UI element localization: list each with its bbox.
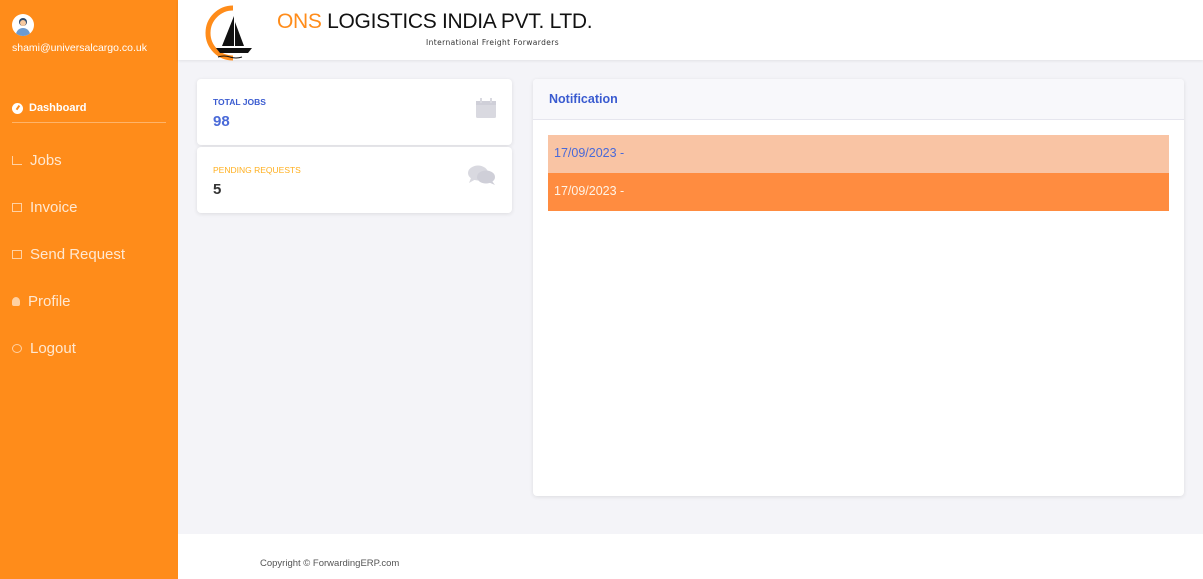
sidebar-item-invoice[interactable]: Invoice — [0, 184, 178, 231]
pending-requests-value: 5 — [213, 181, 222, 198]
sidebar-item-send-request[interactable]: Send Request — [0, 231, 178, 278]
footer: Copyright © ForwardingERP.com — [178, 534, 1203, 579]
notification-panel: Notification 17/09/2023 - 17/09/2023 - — [533, 79, 1184, 496]
sidebar-item-label: Dashboard — [29, 102, 87, 114]
avatar[interactable] — [12, 14, 34, 36]
notification-row[interactable]: 17/09/2023 - — [548, 135, 1169, 173]
total-jobs-card[interactable]: TOTAL JOBS 98 — [197, 79, 512, 145]
notification-list: 17/09/2023 - 17/09/2023 - — [533, 120, 1184, 211]
brand-tagline: International Freight Forwarders — [426, 38, 560, 47]
user-block: shami@universalcargo.co.uk — [0, 0, 178, 80]
sidebar-item-logout[interactable]: Logout — [0, 325, 178, 372]
person-icon — [12, 297, 20, 306]
total-jobs-value: 98 — [213, 113, 230, 130]
sidebar: shami@universalcargo.co.uk Dashboard Job… — [0, 0, 178, 579]
pending-requests-card[interactable]: PENDING REQUESTS 5 — [197, 147, 512, 213]
pending-requests-label: PENDING REQUESTS — [213, 165, 301, 175]
ship-logo-icon — [205, 5, 252, 61]
dashboard-icon — [12, 102, 23, 114]
notification-row[interactable]: 17/09/2023 - — [548, 173, 1169, 211]
copyright-text: Copyright © ForwardingERP.com — [260, 558, 400, 569]
top-header: ONS LOGISTICS INDIA PVT. LTD. Internatio… — [178, 0, 1203, 61]
table-icon — [12, 250, 22, 259]
sidebar-item-jobs[interactable]: Jobs — [0, 137, 178, 184]
comments-icon — [468, 165, 495, 185]
calendar-icon — [476, 98, 496, 118]
sidebar-item-label: Send Request — [30, 246, 126, 263]
total-jobs-label: TOTAL JOBS — [213, 97, 266, 107]
chart-icon — [12, 156, 22, 165]
sidebar-item-label: Invoice — [30, 199, 78, 216]
sidebar-item-dashboard[interactable]: Dashboard — [0, 80, 178, 122]
notification-title: Notification — [533, 79, 1184, 120]
sidebar-item-profile[interactable]: Profile — [0, 278, 178, 325]
sidebar-item-label: Logout — [30, 340, 76, 357]
logout-icon — [12, 344, 22, 353]
table-icon — [12, 203, 22, 212]
user-email: shami@universalcargo.co.uk — [12, 42, 147, 54]
brand-name: ONS LOGISTICS INDIA PVT. LTD. — [277, 10, 593, 33]
sidebar-nav: Jobs Invoice Send Request Profile Logout — [0, 123, 178, 372]
sidebar-item-label: Jobs — [30, 152, 62, 169]
sidebar-item-label: Profile — [28, 293, 71, 310]
